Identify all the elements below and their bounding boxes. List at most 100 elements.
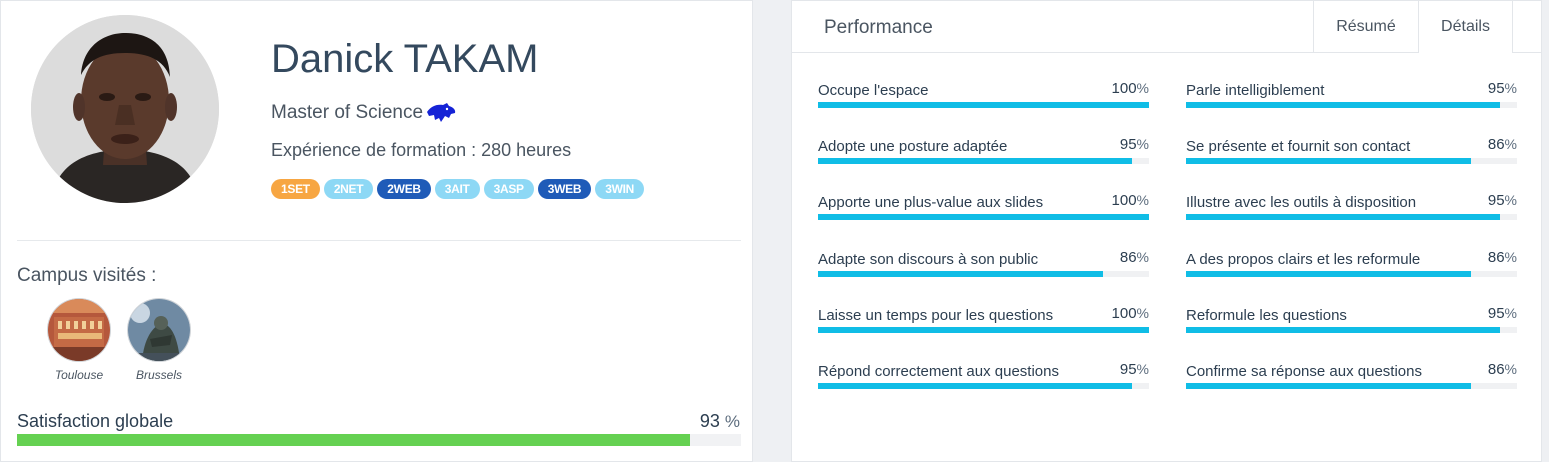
skill-bar: [1186, 326, 1517, 333]
skill-value-unit: %: [1136, 80, 1149, 96]
skill-row: Adopte une posture adaptée 95%: [818, 136, 1149, 166]
skill-row: Occupe l'espace 100%: [818, 80, 1149, 110]
skill-label: Apporte une plus-value aux slides: [818, 194, 1044, 212]
skill-row: Laisse un temps pour les questions 100%: [818, 305, 1149, 335]
skill-value-number: 86: [1119, 248, 1137, 266]
skill-value-unit: %: [1136, 361, 1149, 377]
course-badge: 2NET: [323, 179, 374, 199]
skill-value: 95%: [1488, 305, 1517, 322]
skill-value-number: 100: [1111, 304, 1137, 322]
course-badges: 1SET 2NET 2WEB 3AIT 3ASP 3WEB 3WIN: [271, 179, 645, 199]
satisfaction-value: 93 %: [700, 411, 740, 432]
skill-value: 100%: [1112, 192, 1149, 209]
training-experience: Expérience de formation : 280 heures: [271, 140, 572, 160]
skill-value: 86%: [1488, 361, 1517, 378]
skill-bar: [1186, 270, 1517, 277]
skill-label: Occupe l'espace: [818, 82, 929, 99]
skill-bar: [818, 102, 1149, 108]
skill-value-number: 95: [1119, 136, 1137, 154]
skill-label: Répond correctement aux questions: [818, 363, 1059, 380]
skill-bar-fill: [1186, 102, 1501, 108]
campus-toulouse[interactable]: Toulouse: [39, 299, 119, 382]
performance-title: Performance: [824, 17, 933, 38]
skill-row: Répond correctement aux questions 95%: [818, 361, 1149, 391]
course-badge: 1SET: [271, 179, 320, 199]
skill-bar-fill: [1186, 326, 1501, 333]
skill-row: Se présente et fournit son contact 86%: [1186, 136, 1517, 166]
campus-label: Brussels: [135, 368, 182, 382]
satisfaction-number: 93: [699, 411, 720, 431]
profile-avatar: [31, 15, 219, 203]
performance-card: Performance Résumé Détails Occupe l'espa…: [791, 0, 1542, 462]
brussels-photo: [128, 299, 190, 361]
section-divider: [17, 240, 741, 241]
skill-value-unit: %: [1504, 136, 1517, 153]
skill-bar-fill: [1186, 214, 1501, 221]
degree-mascot-icon: [427, 103, 456, 122]
skill-bar-fill: [818, 214, 1149, 221]
skill-row: Parle intelligiblement 95%: [1186, 80, 1517, 110]
skill-bar-fill: [818, 326, 1149, 333]
skill-value: 100%: [1112, 305, 1149, 322]
skill-value: 86%: [1488, 249, 1517, 266]
skill-bar: [818, 158, 1149, 165]
skill-label: Parle intelligiblement: [1186, 82, 1325, 99]
skill-value: 95%: [1488, 80, 1517, 97]
skill-value-number: 95: [1119, 361, 1137, 378]
skill-bar-fill: [1186, 383, 1471, 389]
skill-value-number: 86: [1487, 248, 1505, 266]
skill-bar-fill: [1186, 158, 1471, 165]
profile-name: Danick TAKAM: [271, 37, 539, 81]
skill-row: Reformule les questions 95%: [1186, 305, 1517, 335]
skill-value-unit: %: [1136, 192, 1149, 209]
skill-value-unit: %: [1504, 80, 1517, 96]
skill-label: Reformule les questions: [1186, 306, 1347, 324]
skill-label: Illustre avec les outils à disposition: [1186, 194, 1417, 212]
skill-bar-fill: [818, 102, 1149, 108]
satisfaction-unit: %: [724, 412, 740, 431]
skill-value: 95%: [1488, 192, 1517, 209]
skill-value-number: 95: [1487, 80, 1505, 97]
course-badge: 3AIT: [434, 179, 480, 199]
skill-row: Illustre avec les outils à disposition 95…: [1186, 192, 1517, 222]
skill-value-number: 86: [1487, 361, 1505, 378]
profile-degree: Master of Science: [271, 102, 457, 124]
skill-label: Confirme sa réponse aux questions: [1186, 363, 1422, 380]
toulouse-photo: [48, 299, 110, 361]
campus-title: Campus visités :: [17, 265, 157, 286]
skill-value-unit: %: [1504, 248, 1517, 265]
skill-value-unit: %: [1504, 192, 1517, 209]
skill-label: A des propos clairs et les reformule: [1186, 250, 1421, 268]
course-badge: 3WIN: [595, 179, 645, 199]
skill-label: Laisse un temps pour les questions: [818, 306, 1054, 324]
skill-label: Adopte une posture adaptée: [818, 138, 1008, 156]
satisfaction-bar: [17, 434, 741, 446]
skill-value-number: 100: [1111, 192, 1137, 210]
skill-bar-fill: [818, 158, 1133, 165]
skill-bar-fill: [1186, 270, 1471, 277]
profile-card: Danick TAKAM Master of Science Expérienc…: [0, 0, 753, 462]
skill-bar: [818, 383, 1149, 389]
satisfaction-label: Satisfaction globale: [17, 411, 174, 431]
skill-value-unit: %: [1136, 136, 1149, 153]
performance-header: Performance Résumé Détails: [792, 1, 1541, 53]
skill-row: Apporte une plus-value aux slides 100%: [818, 192, 1149, 222]
skill-bar: [1186, 158, 1517, 165]
skill-bar: [818, 326, 1149, 333]
skill-row: A des propos clairs et les reformule 86%: [1186, 249, 1517, 279]
skill-label: Adapte son discours à son public: [818, 250, 1039, 268]
degree-label: Master of Science: [271, 102, 424, 123]
skill-value-number: 95: [1487, 304, 1505, 322]
skill-value-number: 100: [1111, 80, 1137, 97]
campus-label: Toulouse: [54, 368, 104, 382]
tab-resume[interactable]: Résumé: [1313, 1, 1418, 52]
campus-brussels[interactable]: Brussels: [119, 299, 199, 382]
skill-value-number: 95: [1487, 192, 1505, 210]
tab-details[interactable]: Détails: [1418, 1, 1513, 53]
skill-bar: [1186, 102, 1517, 108]
skill-value: 86%: [1488, 136, 1517, 153]
satisfaction-bar-fill: [17, 434, 691, 446]
skill-value-unit: %: [1136, 248, 1149, 265]
skill-bar: [1186, 383, 1517, 389]
course-badge: 2WEB: [377, 179, 431, 199]
